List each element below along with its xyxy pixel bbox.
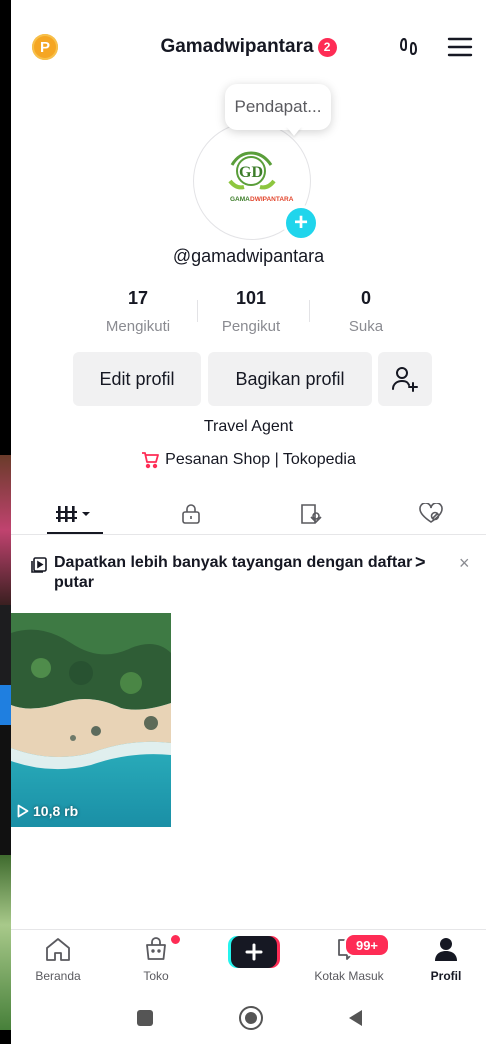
background-app-strip <box>0 0 11 1044</box>
inbox-count-badge: 99+ <box>344 933 390 957</box>
likes-count: 0 <box>360 288 371 308</box>
profile-screen: P Gamadwipantara 2 GD GAMA DWIPANTARA Pe… <box>11 0 486 1044</box>
system-navigation-bar <box>11 995 486 1044</box>
tab-liked[interactable] <box>391 494 471 534</box>
nav-shop-label: Toko <box>143 969 169 983</box>
home-icon <box>46 938 70 961</box>
hamburger-menu-icon[interactable] <box>446 34 474 60</box>
tab-tagged[interactable] <box>271 494 351 534</box>
shopping-cart-icon <box>142 452 160 469</box>
nav-shop[interactable]: Toko <box>111 936 201 983</box>
nav-inbox-label: Kotak Masuk <box>314 969 384 983</box>
views-count: 10,8 rb <box>33 803 79 819</box>
stat-followers[interactable]: 101 Pengikut <box>191 288 311 335</box>
footprints-icon[interactable] <box>396 34 422 60</box>
add-friend-button[interactable] <box>378 352 432 406</box>
add-user-icon <box>392 367 418 392</box>
liked-hidden-icon <box>419 503 443 523</box>
back-triangle-icon[interactable] <box>347 1009 363 1032</box>
nav-home-label: Beranda <box>35 969 81 983</box>
likes-label: Suka <box>348 318 384 335</box>
note-bubble-tail <box>286 126 302 136</box>
close-icon[interactable]: × <box>459 553 470 574</box>
nav-profile-label: Profil <box>430 969 462 983</box>
shopping-bag-icon <box>146 937 166 960</box>
shop-orders-label: Pesanan Shop | Tokopedia <box>165 451 356 468</box>
username-label: Gamadwipantara <box>160 36 314 57</box>
avatar-brand-right: DWIPANTARA <box>250 196 294 203</box>
playlist-icon <box>30 556 48 579</box>
tabs-divider <box>11 534 486 535</box>
video-thumbnail[interactable] <box>11 613 171 827</box>
stat-likes[interactable]: 0 Suka <box>306 288 426 335</box>
add-photo-plus-icon[interactable]: + <box>283 205 319 241</box>
stat-following[interactable]: 17 Mengikuti <box>78 288 198 335</box>
profile-bio: Travel Agent <box>203 418 294 435</box>
tagged-icon <box>301 504 322 524</box>
create-button[interactable] <box>228 935 280 969</box>
shop-orders-link[interactable]: Pesanan Shop | Tokopedia <box>11 451 486 474</box>
note-bubble[interactable]: Pendapat... <box>225 84 331 130</box>
profile-person-icon <box>435 938 457 961</box>
edit-profile-button[interactable]: Edit profil <box>73 352 201 406</box>
share-profile-button[interactable]: Bagikan profil <box>208 352 372 406</box>
home-circle-icon[interactable] <box>239 1006 263 1030</box>
followers-label: Pengikut <box>221 318 281 335</box>
nav-profile[interactable]: Profil <box>401 936 486 983</box>
tab-videos[interactable] <box>35 494 115 534</box>
tab-private[interactable] <box>151 494 231 534</box>
profile-handle[interactable]: @gamadwipantara <box>11 246 486 267</box>
account-notification-badge: 2 <box>317 37 337 57</box>
lock-icon <box>182 504 200 524</box>
note-bubble-text: Pendapat... <box>234 97 322 116</box>
avatar-logo-text: GD <box>239 164 263 181</box>
followers-count: 101 <box>235 288 267 308</box>
recent-apps-icon[interactable] <box>137 1010 153 1026</box>
playlist-banner-text[interactable]: Dapatkan lebih banyak tayangan dengan da… <box>54 553 414 593</box>
following-label: Mengikuti <box>105 318 171 335</box>
chevron-right-icon[interactable]: > <box>415 552 426 573</box>
videos-grid-icon <box>56 506 90 522</box>
following-count: 17 <box>127 288 149 308</box>
bottom-nav-divider <box>11 929 486 930</box>
shop-notification-dot <box>170 934 181 945</box>
nav-home[interactable]: Beranda <box>13 936 103 983</box>
video-views: 10,8 rb <box>17 803 78 819</box>
avatar-brand-left: GAMA <box>230 196 250 203</box>
play-icon <box>17 804 29 818</box>
